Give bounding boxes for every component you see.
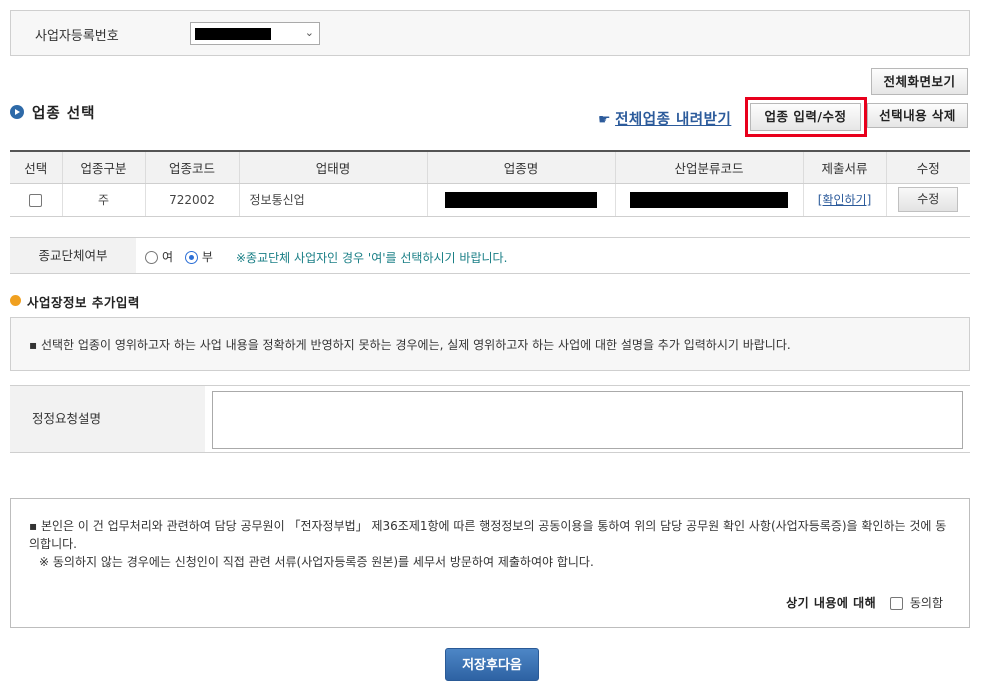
business-number-label: 사업자등록번호 xyxy=(35,29,119,44)
consent-note: ※ 동의하지 않는 경우에는 신청인이 직접 관련 서류(사업자등록증 원본)를… xyxy=(39,555,594,569)
consent-box: ▪ 본인은 이 건 업무처리와 관련하여 담당 공무원이 「전자정부법」 제36… xyxy=(10,498,970,628)
extra-info-notice: ▪ 선택한 업종이 영위하고자 하는 사업 내용을 정확하게 반영하지 못하는 … xyxy=(29,338,791,352)
header-select: 선택 xyxy=(10,150,63,184)
confirm-document-link[interactable]: [확인하기] xyxy=(818,193,872,207)
redacted-industry-name xyxy=(445,191,597,208)
correction-request-row: 정정요청설명 xyxy=(10,385,970,453)
religious-org-options: 여 부 xyxy=(145,248,221,265)
header-documents: 제출서류 xyxy=(803,150,887,184)
header-industry-name: 업종명 xyxy=(427,150,616,184)
section-title: 업종 선택 xyxy=(32,106,96,122)
redacted-classification-code xyxy=(630,191,788,208)
row-business-type: 정보통신업 xyxy=(239,183,428,217)
correction-request-textarea[interactable] xyxy=(212,391,963,449)
row-division: 주 xyxy=(62,183,146,217)
row-edit-button[interactable]: 수정 xyxy=(898,187,959,212)
header-edit: 수정 xyxy=(886,150,970,184)
radio-no-label: 부 xyxy=(201,250,213,264)
header-classification-code: 산업분류코드 xyxy=(615,150,804,184)
header-code: 업종코드 xyxy=(145,150,240,184)
header-business-type: 업태명 xyxy=(239,150,428,184)
row-documents-cell: [확인하기] xyxy=(803,183,887,217)
redacted-value xyxy=(195,28,271,40)
table-row: 주 722002 정보통신업 [확인하기] 수정 xyxy=(10,183,970,217)
download-link-label: 전체업종 내려받기 xyxy=(615,112,732,128)
business-number-select[interactable]: ⌄ xyxy=(190,22,320,45)
extra-info-notice-box: ▪ 선택한 업종이 영위하고자 하는 사업 내용을 정확하게 반영하지 못하는 … xyxy=(10,317,970,371)
consent-text: ▪ 본인은 이 건 업무처리와 관련하여 담당 공무원이 「전자정부법」 제36… xyxy=(29,519,947,551)
table-header-row: 선택 업종구분 업종코드 업태명 업종명 산업분류코드 제출서류 수정 xyxy=(10,150,970,184)
save-and-next-button[interactable]: 저장후다음 xyxy=(445,648,539,681)
radio-yes-label: 여 xyxy=(162,250,174,264)
correction-request-label: 정정요청설명 xyxy=(10,386,205,452)
delete-selected-button[interactable]: 선택내용 삭제 xyxy=(867,103,968,128)
arrow-circle-icon xyxy=(10,105,24,119)
pointing-hand-icon: ☛ xyxy=(598,112,612,128)
agree-area: 상기 내용에 대해 동의함 xyxy=(786,594,943,611)
row-edit-cell: 수정 xyxy=(886,183,970,217)
row-code: 722002 xyxy=(145,183,240,217)
radio-yes[interactable] xyxy=(145,251,158,264)
agree-question: 상기 내용에 대해 xyxy=(786,596,877,610)
download-all-industries-link[interactable]: ☛ 전체업종 내려받기 xyxy=(598,108,731,129)
row-industry-name-cell xyxy=(427,183,616,217)
chevron-down-icon: ⌄ xyxy=(304,26,314,39)
industry-table: 선택 업종구분 업종코드 업태명 업종명 산업분류코드 제출서류 수정 주 72… xyxy=(10,150,970,217)
religious-org-row: 종교단체여부 여 부 ※종교단체 사업자인 경우 '여'를 선택하시기 바랍니다… xyxy=(10,237,970,274)
religious-org-label: 종교단체여부 xyxy=(10,238,136,273)
full-screen-button[interactable]: 전체화면보기 xyxy=(871,68,968,95)
row-checkbox[interactable] xyxy=(29,193,43,207)
orange-bullet-icon xyxy=(10,295,21,306)
row-classification-cell xyxy=(615,183,804,217)
religious-org-note: ※종교단체 사업자인 경우 '여'를 선택하시기 바랍니다. xyxy=(236,251,508,265)
agree-checkbox[interactable] xyxy=(890,597,904,610)
edit-industry-button[interactable]: 업종 입력/수정 xyxy=(750,103,861,131)
header-division: 업종구분 xyxy=(62,150,146,184)
row-select-cell xyxy=(10,183,63,217)
radio-no[interactable] xyxy=(184,251,198,264)
extra-info-title: 사업장정보 추가입력 xyxy=(27,295,140,310)
agree-label: 동의함 xyxy=(909,596,943,610)
business-number-panel: 사업자등록번호 ⌄ xyxy=(10,10,970,56)
